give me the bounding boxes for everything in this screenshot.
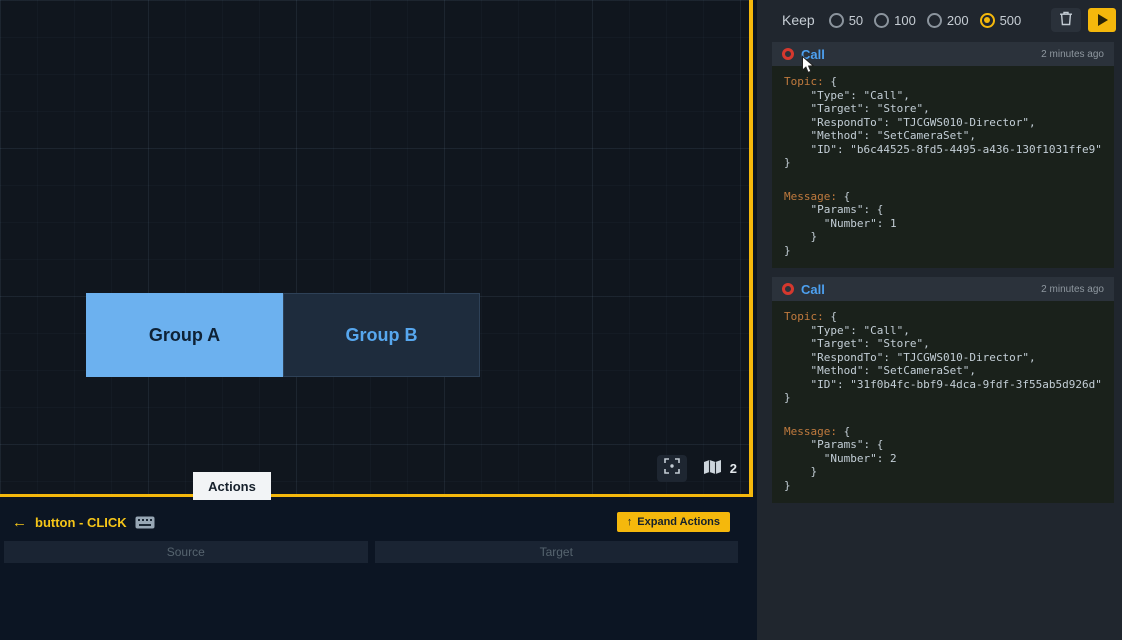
run-button[interactable] [1088,8,1116,32]
page-count: 2 [730,461,737,476]
action-editor-panel: ← button - CLICK ↑ Expand Actions [0,500,757,640]
action-editor-title: button - CLICK [35,515,127,530]
keep-option-100[interactable]: 100 [874,13,916,28]
keyboard-icon [135,516,155,529]
keep-bar: Keep 50 100 200 500 [757,0,1122,40]
radio-icon[interactable] [829,13,844,28]
radio-icon[interactable] [927,13,942,28]
message-card-header[interactable]: Call 2 minutes ago [772,277,1114,301]
keep-option-200[interactable]: 200 [927,13,969,28]
keep-label: Keep [782,12,815,28]
canvas-button-group-b[interactable]: Group B [283,293,480,377]
action-editor-header: ← button - CLICK ↑ Expand Actions [0,500,757,541]
radio-icon[interactable] [980,13,995,28]
message-timestamp: 2 minutes ago [1041,284,1104,295]
clear-log-button[interactable] [1051,8,1081,32]
message-json: Message: { "Params": { "Number": 1 } } [784,190,1102,258]
message-log-panel: Keep 50 100 200 500 [757,0,1122,640]
message-key: Message: [784,190,837,203]
keep-option-50[interactable]: 50 [829,13,863,28]
message-card-header[interactable]: Call 2 minutes ago [772,42,1114,66]
trash-icon [1059,11,1073,29]
topic-key: Topic: [784,310,824,323]
topic-json: Topic: { "Type": "Call", "Target": "Stor… [784,75,1102,170]
back-arrow-icon[interactable]: ← [12,515,27,530]
fit-to-screen-button[interactable] [657,455,687,482]
topic-json: Topic: { "Type": "Call", "Target": "Stor… [784,310,1102,405]
group-b-label: Group B [346,325,418,346]
message-json: Message: { "Params": { "Number": 2 } } [784,425,1102,493]
message-type: Call [801,282,825,297]
message-type: Call [801,47,825,62]
map-icon [703,459,722,478]
radio-icon[interactable] [874,13,889,28]
status-circle-icon [782,48,794,60]
group-a-label: Group A [149,325,220,346]
topic-value: { "Type": "Call", "Target": "Store", "Re… [784,75,1102,169]
actions-tab[interactable]: Actions [193,472,271,500]
keep-option-label: 50 [849,13,863,28]
message-card-body: Topic: { "Type": "Call", "Target": "Stor… [772,66,1114,268]
message-list: Call 2 minutes ago Topic: { "Type": "Cal… [757,40,1122,503]
message-timestamp: 2 minutes ago [1041,49,1104,60]
message-card: Call 2 minutes ago Topic: { "Type": "Cal… [772,277,1114,503]
target-input[interactable] [375,541,739,563]
expand-arrow-icon: ↑ [627,516,633,528]
fit-to-screen-icon [664,458,680,479]
canvas-button-group-a[interactable]: Group A [86,293,283,377]
keep-option-label: 100 [894,13,916,28]
app-window: Group A Group B Actions 2 ← bu [0,0,1122,640]
expand-actions-label: Expand Actions [637,516,720,528]
button-canvas[interactable]: Group A Group B Actions 2 [0,0,753,497]
topic-value: { "Type": "Call", "Target": "Store", "Re… [784,310,1102,404]
actions-tab-label: Actions [208,479,256,494]
status-circle-icon [782,283,794,295]
message-card: Call 2 minutes ago Topic: { "Type": "Cal… [772,42,1114,268]
canvas-tools: 2 [657,455,737,482]
keep-option-500[interactable]: 500 [980,13,1022,28]
source-input[interactable] [4,541,368,563]
expand-actions-button[interactable]: ↑ Expand Actions [617,512,730,532]
message-card-body: Topic: { "Type": "Call", "Target": "Stor… [772,301,1114,503]
keep-option-label: 500 [1000,13,1022,28]
play-icon [1098,14,1108,26]
topic-key: Topic: [784,75,824,88]
source-target-row [0,541,757,563]
pages-button[interactable]: 2 [703,459,737,478]
keep-option-label: 200 [947,13,969,28]
message-key: Message: [784,425,837,438]
